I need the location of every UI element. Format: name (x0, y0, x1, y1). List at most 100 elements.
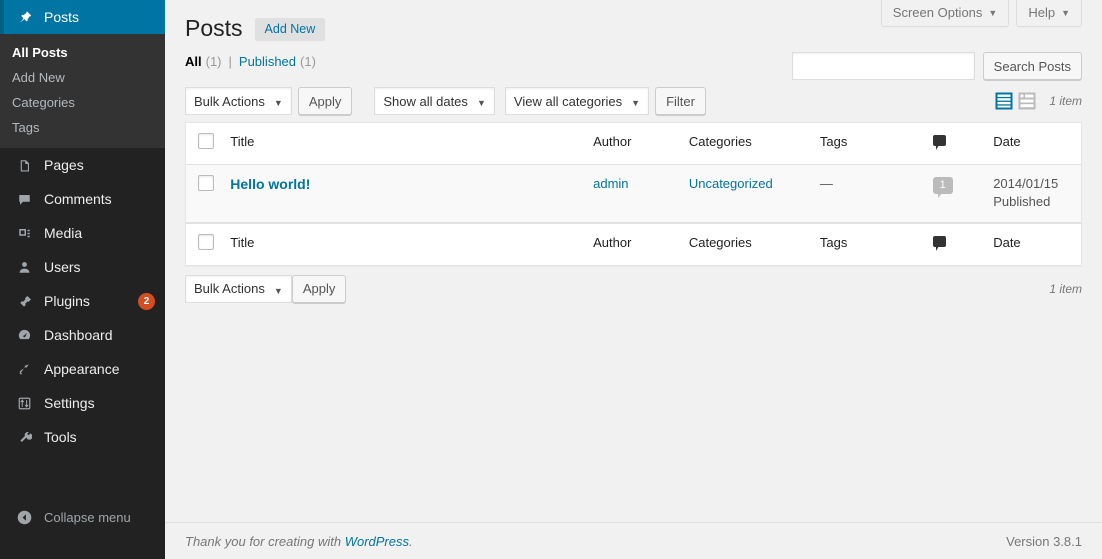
collapse-menu-label: Collapse menu (44, 510, 131, 525)
tablenav-right: 1 item (994, 86, 1082, 116)
sidebar-item-pages[interactable]: Pages (0, 148, 165, 182)
status-filter-all-label[interactable]: All (185, 54, 202, 69)
submenu-item-add-new[interactable]: Add New (0, 65, 165, 90)
post-tags-value: — (819, 176, 833, 192)
tablenav-bottom-right: 1 item (1049, 274, 1082, 304)
column-footer-title[interactable]: Title (222, 222, 586, 265)
comment-count-badge[interactable]: 1 (932, 177, 953, 199)
date-filter-value: Show all dates (383, 93, 468, 109)
submenu-item-tags[interactable]: Tags (0, 115, 165, 140)
media-icon (12, 226, 36, 241)
sidebar-item-comments[interactable]: Comments (0, 182, 165, 216)
screen-meta-tabs: Screen Options ▼ Help ▼ (880, 0, 1082, 27)
footer-version: Version 3.8.1 (1006, 533, 1082, 549)
status-filter-all[interactable]: All (1) (185, 54, 222, 69)
cell-tags: — (811, 165, 925, 223)
chevron-down-icon: ▼ (273, 98, 283, 108)
row-select-cell (186, 165, 223, 223)
sidebar-item-appearance[interactable]: Appearance (0, 352, 165, 386)
displaying-num-top: 1 item (1049, 94, 1082, 108)
post-status: Published (993, 194, 1051, 210)
column-footer-categories[interactable]: Categories (680, 222, 812, 265)
admin-screen: Posts All Posts Add New Categories Tags … (0, 0, 1102, 559)
admin-footer: Thank you for creating with WordPress. V… (165, 522, 1102, 559)
column-footer-author[interactable]: Author (585, 222, 681, 265)
sidebar-item-media[interactable]: Media (0, 216, 165, 250)
date-filter-select[interactable]: Show all dates ▼ (374, 87, 495, 115)
column-footer-tags[interactable]: Tags (811, 222, 925, 265)
help-tab[interactable]: Help ▼ (1016, 0, 1082, 27)
column-footer-date[interactable]: Date (985, 222, 1081, 265)
tablenav-top: Bulk Actions ▼ Apply Show all dates ▼ Vi… (185, 86, 1082, 116)
table-row[interactable]: Hello world! admin Uncategorized — 1 201… (186, 165, 1081, 223)
filter-button[interactable]: Filter (655, 87, 706, 115)
sidebar-item-label: Settings (44, 395, 95, 411)
apply-button-top[interactable]: Apply (297, 87, 353, 115)
sidebar-item-label: Users (44, 259, 81, 275)
select-all-checkbox-bottom[interactable] (198, 233, 214, 250)
status-filter-published-count: (1) (300, 53, 316, 69)
appearance-icon (12, 362, 36, 377)
plugins-update-badge: 2 (138, 292, 155, 310)
column-header-comments[interactable] (924, 123, 986, 166)
list-view-icon[interactable] (994, 91, 1014, 111)
sidebar-item-tools[interactable]: Tools (0, 420, 165, 454)
status-filter-published[interactable]: Published (1) (239, 54, 316, 69)
category-filter-select[interactable]: View all categories ▼ (504, 87, 650, 115)
add-new-button[interactable]: Add New (254, 17, 326, 41)
bulk-actions-value: Bulk Actions (194, 93, 265, 109)
pin-icon (12, 10, 36, 25)
post-title-link[interactable]: Hello world! (230, 176, 310, 192)
select-all-checkbox-top[interactable] (198, 133, 214, 149)
posts-table: Title Author Categories Tags Date Hello … (185, 122, 1082, 266)
cell-categories: Uncategorized (680, 165, 812, 223)
wordpress-link[interactable]: WordPress (345, 534, 409, 549)
column-footer-comments[interactable] (924, 222, 986, 265)
admin-sidebar: Posts All Posts Add New Categories Tags … (0, 0, 173, 559)
sidebar-item-label: Media (44, 225, 83, 241)
status-filter-published-label[interactable]: Published (239, 54, 296, 69)
main-content: Screen Options ▼ Help ▼ Posts Add New All … (165, 0, 1102, 559)
sidebar-item-plugins[interactable]: Plugins 2 (0, 284, 165, 318)
sidebar-item-label: Appearance (44, 361, 120, 377)
footer-thanks-prefix: Thank you for creating with (185, 533, 345, 549)
cell-author: admin (585, 165, 681, 223)
sidebar-item-dashboard[interactable]: Dashboard (0, 318, 165, 352)
post-author-link[interactable]: admin (593, 176, 628, 191)
page-icon (12, 158, 36, 173)
view-switch (994, 91, 1037, 111)
chevron-down-icon: ▼ (631, 98, 641, 108)
submenu-item-all-posts[interactable]: All Posts (0, 40, 165, 65)
column-header-title[interactable]: Title (222, 123, 586, 166)
search-posts-button[interactable]: Search Posts (982, 52, 1082, 80)
column-header-categories[interactable]: Categories (680, 123, 812, 166)
collapse-menu-button[interactable]: Collapse menu (0, 509, 165, 526)
posts-submenu: All Posts Add New Categories Tags (0, 34, 165, 148)
bulk-actions-select-bottom[interactable]: Bulk Actions ▼ (185, 274, 292, 303)
tools-icon (12, 430, 36, 445)
excerpt-view-icon[interactable] (1017, 91, 1037, 111)
submenu-item-categories[interactable]: Categories (0, 90, 165, 115)
apply-button-bottom[interactable]: Apply (291, 274, 347, 303)
cell-title: Hello world! (222, 165, 586, 223)
row-checkbox[interactable] (198, 175, 214, 192)
screen-options-tab[interactable]: Screen Options ▼ (880, 0, 1010, 27)
sidebar-item-label: Tools (44, 429, 77, 445)
bulk-actions-select-top[interactable]: Bulk Actions ▼ (185, 87, 292, 115)
search-input[interactable] (791, 52, 975, 80)
column-header-author[interactable]: Author (585, 123, 681, 166)
sidebar-item-settings[interactable]: Settings (0, 386, 165, 420)
chevron-down-icon: ▼ (273, 285, 283, 296)
column-header-date[interactable]: Date (985, 123, 1081, 166)
sidebar-item-label: Posts (44, 9, 80, 25)
comment-icon (932, 235, 946, 251)
table-header-row: Title Author Categories Tags Date (186, 123, 1081, 166)
column-header-tags[interactable]: Tags (811, 123, 925, 166)
sidebar-item-posts[interactable]: Posts (0, 0, 173, 34)
dashboard-icon (12, 328, 36, 343)
collapse-left-icon (12, 509, 36, 526)
post-category-link[interactable]: Uncategorized (689, 176, 773, 191)
tablenav-bottom: Bulk Actions ▼ Apply 1 item (185, 274, 1082, 304)
sidebar-item-users[interactable]: Users (0, 250, 165, 284)
sidebar-item-label: Dashboard (44, 327, 113, 343)
